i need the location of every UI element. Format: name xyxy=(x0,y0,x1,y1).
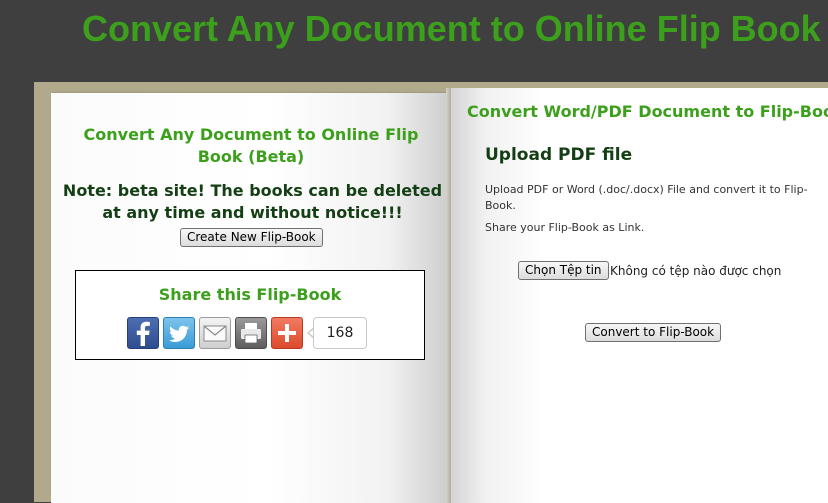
choose-file-button[interactable]: Chọn Tệp tin xyxy=(518,261,609,280)
facebook-icon[interactable] xyxy=(127,317,159,349)
beta-notice: Note: beta site! The books can be delete… xyxy=(62,181,443,222)
site-title: Convert Any Document to Online Flip Book xyxy=(82,8,821,49)
share-count: 168 xyxy=(313,317,367,349)
email-icon[interactable] xyxy=(199,317,231,349)
share-box: Share this Flip-Book 168 xyxy=(75,270,425,360)
share-title: Share this Flip-Book xyxy=(158,285,342,304)
share-description: Share your Flip-Book as Link. xyxy=(485,221,645,234)
file-status-text: Không có tệp nào được chọn xyxy=(610,264,782,278)
convert-button[interactable]: Convert to Flip-Book xyxy=(585,323,722,342)
left-page-title: Convert Any Document to Online Flip Book… xyxy=(83,125,419,166)
plus-icon[interactable] xyxy=(271,317,303,349)
create-flip-book-button[interactable]: Create New Flip-Book xyxy=(180,228,323,247)
upload-description: Upload PDF or Word (.doc/.docx) File and… xyxy=(485,183,808,212)
upload-title: Upload PDF file xyxy=(485,145,633,165)
print-icon[interactable] xyxy=(235,317,267,349)
right-page-title: Convert Word/PDF Document to Flip-Book xyxy=(467,102,828,121)
twitter-icon[interactable] xyxy=(163,317,195,349)
